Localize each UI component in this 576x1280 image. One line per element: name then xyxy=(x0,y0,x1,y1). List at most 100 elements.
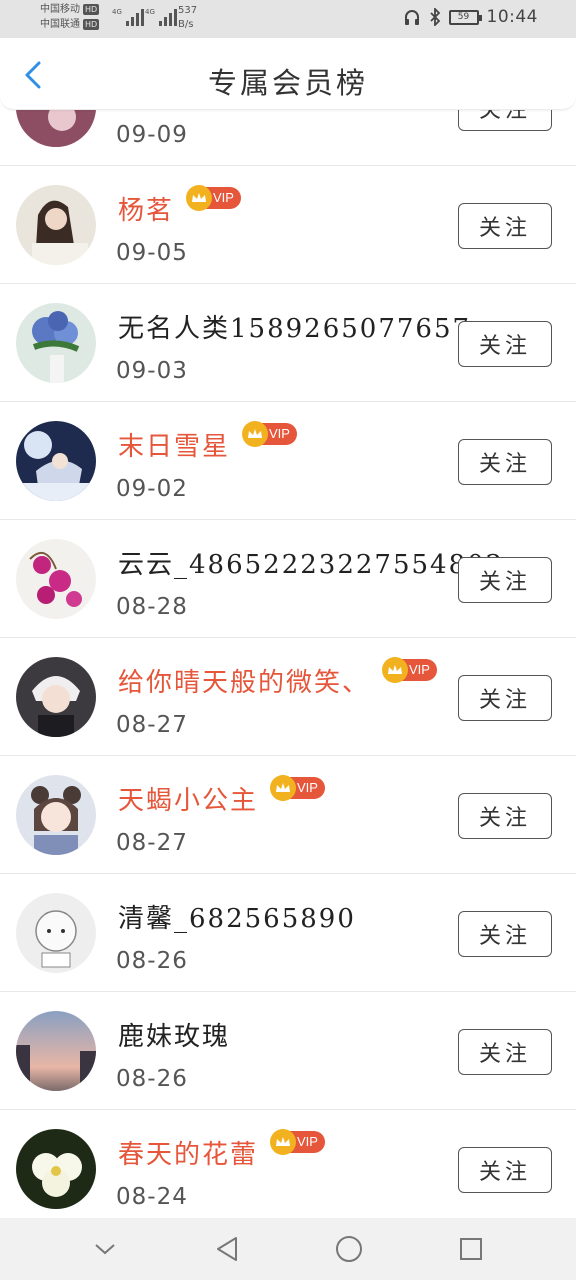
vip-label: VIP xyxy=(213,190,234,205)
follow-button[interactable]: 关注 xyxy=(458,321,552,367)
name-line: 末日雪星 VIP xyxy=(118,420,297,463)
follow-button[interactable]: 关注 xyxy=(458,439,552,485)
member-date: 09-09 xyxy=(116,122,188,148)
follow-button[interactable]: 关注 xyxy=(458,793,552,839)
crown-icon xyxy=(242,420,269,447)
member-name[interactable]: 给你晴天般的微笑、 xyxy=(118,662,370,699)
speed-value: 537 xyxy=(178,5,198,16)
crown-icon xyxy=(270,1128,297,1155)
battery-level: 59 xyxy=(457,12,470,22)
vip-badge: VIP xyxy=(242,420,297,447)
list-item[interactable]: 天蝎小公主 VIP 08-27 关注 xyxy=(0,756,576,874)
member-date: 08-28 xyxy=(116,594,188,620)
list-item[interactable]: 清馨_682565890 08-26 关注 xyxy=(0,874,576,992)
name-line: 天蝎小公主 VIP xyxy=(118,774,325,817)
name-line: 给你晴天般的微笑、 VIP xyxy=(118,656,437,699)
member-name[interactable]: 清馨_682565890 xyxy=(118,898,356,935)
list-item[interactable]: 杨茗 VIP 09-05 关注 xyxy=(0,166,576,284)
member-list[interactable]: 09-09 关注 杨茗 VIP 09-05 关注 无名人类15892650776… xyxy=(0,110,576,1218)
follow-button[interactable]: 关注 xyxy=(458,110,552,131)
list-item[interactable]: 云云_48652223227554802 08-28 关注 xyxy=(0,520,576,638)
list-item[interactable]: 春天的花蕾 VIP 08-24 关注 xyxy=(0,1110,576,1218)
network-type-2: 4G xyxy=(145,8,155,16)
follow-button[interactable]: 关注 xyxy=(458,557,552,603)
member-name[interactable]: 鹿妹玫瑰 xyxy=(118,1016,230,1053)
hide-nav-button[interactable] xyxy=(82,1226,128,1272)
list-item[interactable]: 给你晴天般的微笑、 VIP 08-27 关注 xyxy=(0,638,576,756)
crown-icon xyxy=(186,184,213,211)
carrier-info: 中国移动 HD 中国联通 HD xyxy=(40,2,100,32)
nav-back-button[interactable] xyxy=(204,1226,250,1272)
name-line: 春天的花蕾 VIP xyxy=(118,1128,325,1171)
battery-icon: 59 xyxy=(448,9,482,25)
vip-label: VIP xyxy=(409,662,430,677)
follow-button[interactable]: 关注 xyxy=(458,675,552,721)
vip-label: VIP xyxy=(297,780,318,795)
member-name[interactable]: 天蝎小公主 xyxy=(118,780,258,817)
app-header: 专属会员榜 xyxy=(0,38,576,110)
nav-home-button[interactable] xyxy=(326,1226,372,1272)
name-line: 鹿妹玫瑰 xyxy=(118,1016,230,1053)
chevron-down-icon xyxy=(95,1244,115,1255)
member-date: 08-26 xyxy=(116,948,188,974)
member-name[interactable]: 无名人类15892650776​57 xyxy=(118,308,471,345)
member-name[interactable]: 杨茗 xyxy=(118,190,174,227)
bluetooth-icon xyxy=(429,8,440,26)
follow-button[interactable]: 关注 xyxy=(458,1147,552,1193)
system-nav-bar xyxy=(0,1218,576,1280)
hd-badge-2: HD xyxy=(83,19,100,30)
crown-icon xyxy=(270,774,297,801)
avatar[interactable] xyxy=(16,421,96,501)
avatar[interactable] xyxy=(16,1129,96,1209)
vip-label: VIP xyxy=(297,1134,318,1149)
list-item[interactable]: 09-09 关注 xyxy=(0,110,576,166)
member-date: 09-05 xyxy=(116,240,188,266)
member-name[interactable]: 春天的花蕾 xyxy=(118,1134,258,1171)
follow-button[interactable]: 关注 xyxy=(458,911,552,957)
follow-button[interactable]: 关注 xyxy=(458,1029,552,1075)
avatar[interactable] xyxy=(16,185,96,265)
network-speed: 537 B/s xyxy=(178,4,197,32)
page-title: 专属会员榜 xyxy=(207,66,368,100)
vip-badge: VIP xyxy=(270,1128,325,1155)
status-bar: 中国移动 HD 中国联通 HD 4G 4G 537 B/s 59 10:44 xyxy=(0,0,576,38)
member-date: 08-26 xyxy=(116,1066,188,1092)
follow-button[interactable]: 关注 xyxy=(458,203,552,249)
name-line: 云云_48652223227554802 xyxy=(118,544,504,581)
avatar[interactable] xyxy=(16,893,96,973)
avatar[interactable] xyxy=(16,539,96,619)
nav-recents-button[interactable] xyxy=(448,1226,494,1272)
list-item[interactable]: 末日雪星 VIP 09-02 关注 xyxy=(0,402,576,520)
crown-icon xyxy=(382,656,409,683)
avatar[interactable] xyxy=(16,1011,96,1091)
member-date: 08-27 xyxy=(116,830,188,856)
speed-unit: B/s xyxy=(178,19,194,30)
vip-label: VIP xyxy=(269,426,290,441)
back-triangle-icon xyxy=(217,1237,237,1261)
list-item[interactable]: 无名人类15892650776​57 09-03 关注 xyxy=(0,284,576,402)
avatar[interactable] xyxy=(16,110,96,147)
member-name[interactable]: 云云_48652223227554802 xyxy=(118,544,504,581)
list-item[interactable]: 鹿妹玫瑰 08-26 关注 xyxy=(0,992,576,1110)
signal-2-icon: 4G xyxy=(145,8,177,26)
name-line: 杨茗 VIP xyxy=(118,184,241,227)
avatar[interactable] xyxy=(16,657,96,737)
name-line: 无名人类15892650776​57 xyxy=(118,308,471,345)
member-date: 09-02 xyxy=(116,476,188,502)
member-name[interactable]: 末日雪星 xyxy=(118,426,230,463)
home-circle-icon xyxy=(336,1236,362,1262)
vip-badge: VIP xyxy=(382,656,437,683)
recents-square-icon xyxy=(460,1238,482,1260)
name-line: 清馨_682565890 xyxy=(118,898,356,935)
clock: 10:44 xyxy=(486,7,538,27)
headphones-icon xyxy=(404,10,419,25)
member-date: 09-03 xyxy=(116,358,188,384)
member-date: 08-24 xyxy=(116,1184,188,1210)
hd-badge-1: HD xyxy=(83,4,100,15)
vip-badge: VIP xyxy=(270,774,325,801)
avatar[interactable] xyxy=(16,303,96,383)
avatar[interactable] xyxy=(16,775,96,855)
carrier-1: 中国移动 xyxy=(40,4,80,15)
network-type-1: 4G xyxy=(112,8,122,16)
vip-badge: VIP xyxy=(186,184,241,211)
